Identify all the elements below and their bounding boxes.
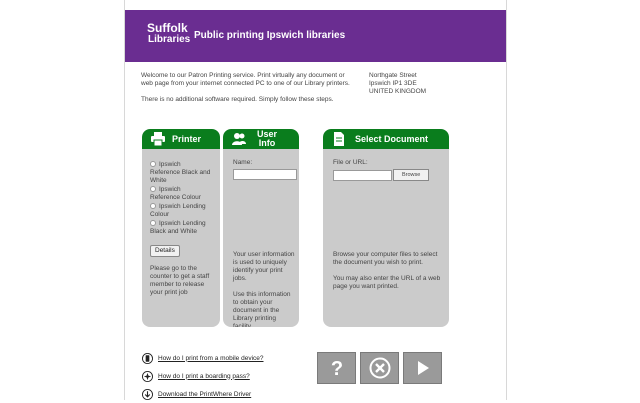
svg-text:?: ? <box>330 358 342 378</box>
mobile-icon <box>142 352 153 364</box>
user-info-help-1: Your user information is used to uniquel… <box>233 251 295 282</box>
address-line-2: Ipswich IP1 3DE <box>369 80 417 87</box>
printer-option-label: Ipswich Reference Black and White <box>150 161 211 184</box>
next-button[interactable] <box>403 352 442 384</box>
link-download-driver[interactable]: Download the PrintWhere Driver <box>142 385 264 403</box>
file-field-group: File or URL: Browse <box>333 159 443 181</box>
radio-button[interactable] <box>150 203 156 210</box>
help-links: How do I print from a mobile device? How… <box>142 349 264 403</box>
logo-line2: Libraries <box>148 34 191 45</box>
link-boarding-pass[interactable]: How do I print a boarding pass? <box>142 367 264 385</box>
users-icon <box>232 133 246 145</box>
radio-button[interactable] <box>150 220 156 227</box>
radio-button[interactable] <box>150 161 156 168</box>
page-frame: Suffolk Libraries Public printing Ipswic… <box>124 0 507 400</box>
document-help-2: You may also enter the URL of a web page… <box>333 275 441 290</box>
printer-option-2[interactable]: Ipswich Reference Colour <box>150 186 212 202</box>
help-icon: ? <box>330 358 342 378</box>
details-button[interactable]: Details <box>150 245 180 257</box>
logo-line1: Suffolk <box>147 21 188 35</box>
user-info-panel-title: User Info <box>257 130 277 148</box>
name-field-group: Name: <box>233 159 297 180</box>
printer-option-label: Ipswich Reference Colour <box>150 186 201 201</box>
user-info-panel: User Info Name: Your user information is… <box>223 129 299 327</box>
document-help-1: Browse your computer files to select the… <box>333 251 438 266</box>
action-buttons: ? <box>317 352 442 384</box>
user-info-title-line2: Info <box>258 138 276 148</box>
help-button[interactable]: ? <box>317 352 356 384</box>
printer-panel: Printer Ipswich Reference Black and Whit… <box>142 129 220 327</box>
user-info-help-2: Use this information to obtain your docu… <box>233 291 291 327</box>
mobile-printing-link[interactable]: How do I print from a mobile device? <box>158 355 264 362</box>
site-header: Suffolk Libraries Public printing Ipswic… <box>125 10 506 62</box>
download-driver-link[interactable]: Download the PrintWhere Driver <box>158 391 251 398</box>
printer-panel-header: Printer <box>142 129 220 149</box>
link-mobile-printing[interactable]: How do I print from a mobile device? <box>142 349 264 367</box>
intro-paragraph-1: Welcome to our Patron Printing service. … <box>141 72 350 87</box>
select-document-panel-title: Select Document <box>355 134 429 144</box>
file-url-input[interactable] <box>333 169 392 181</box>
document-icon <box>334 132 344 146</box>
printer-icon <box>151 132 165 147</box>
printer-option-label: Ipswich Lending Black and White <box>150 220 206 235</box>
suffolk-libraries-logo[interactable]: Suffolk Libraries <box>147 22 190 46</box>
select-document-panel: Select Document File or URL: Browse Brow… <box>323 129 449 327</box>
printer-option-label: Ipswich Lending Colour <box>150 203 206 218</box>
download-icon <box>142 388 153 400</box>
name-label: Name: <box>233 159 253 166</box>
file-row: Browse <box>333 169 443 181</box>
user-info-help: Your user information is used to uniquel… <box>233 251 297 327</box>
play-icon <box>417 361 429 375</box>
cancel-button[interactable] <box>360 352 399 384</box>
printer-note: Please go to the counter to get a staff … <box>150 265 210 296</box>
select-document-panel-header: Select Document <box>323 129 449 149</box>
address-line-3: UNITED KINGDOM <box>369 88 427 95</box>
intro-text: Welcome to our Patron Printing service. … <box>141 72 356 112</box>
boarding-pass-link[interactable]: How do I print a boarding pass? <box>158 373 250 380</box>
printer-option-4[interactable]: Ipswich Lending Black and White <box>150 220 212 236</box>
address-line-1: Northgate Street <box>369 72 417 79</box>
printer-option-1[interactable]: Ipswich Reference Black and White <box>150 161 212 185</box>
library-address: Northgate Street Ipswich IP1 3DE UNITED … <box>369 72 489 96</box>
boarding-pass-icon <box>142 370 153 382</box>
printer-option-3[interactable]: Ipswich Lending Colour <box>150 203 212 219</box>
printer-panel-title: Printer <box>172 134 202 144</box>
file-label: File or URL: <box>333 159 368 166</box>
document-help: Browse your computer files to select the… <box>333 251 441 291</box>
browse-button[interactable]: Browse <box>393 169 430 181</box>
name-input[interactable] <box>233 169 297 180</box>
printer-options: Ipswich Reference Black and White Ipswic… <box>150 161 212 297</box>
cancel-icon <box>369 357 390 379</box>
page-title: Public printing Ipswich libraries <box>194 30 346 41</box>
radio-button[interactable] <box>150 186 156 193</box>
user-info-panel-header: User Info <box>223 129 299 149</box>
intro-paragraph-2: There is no additional software required… <box>141 96 334 103</box>
